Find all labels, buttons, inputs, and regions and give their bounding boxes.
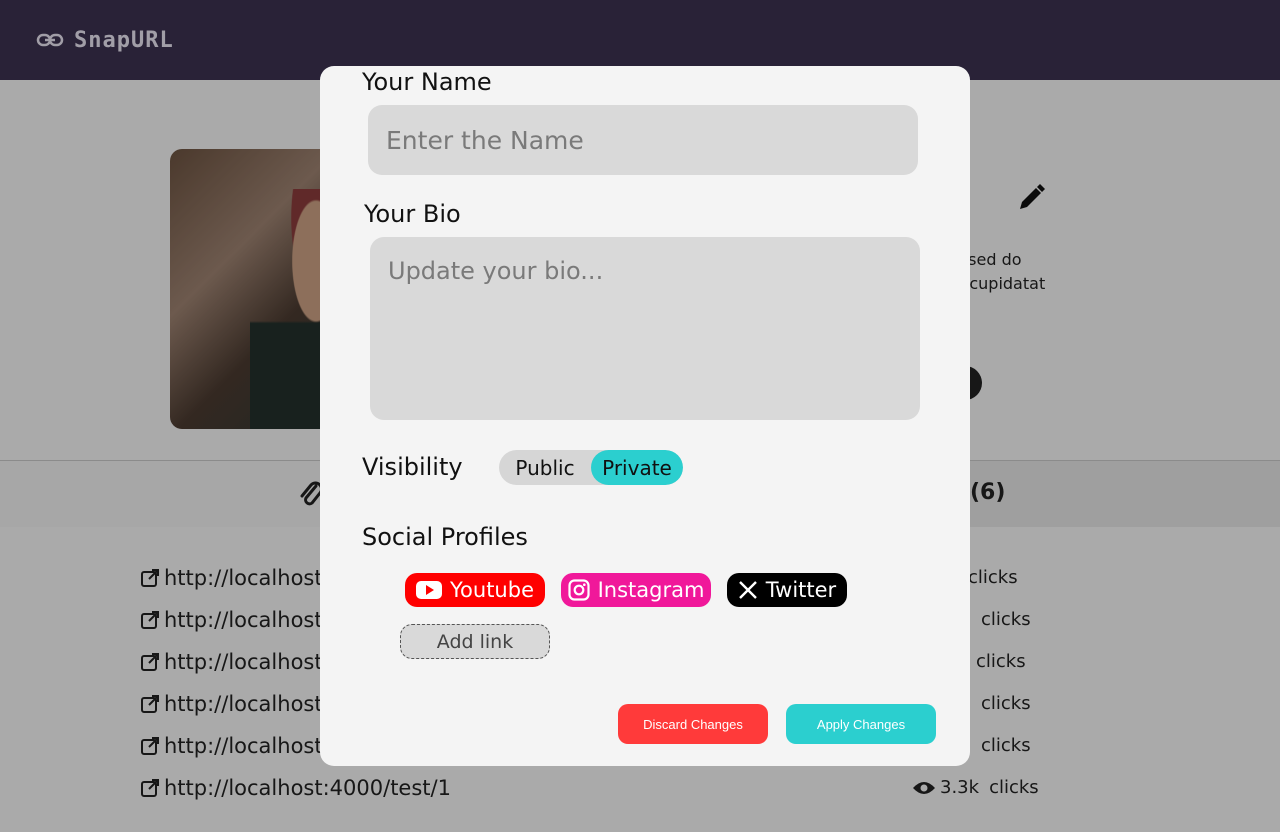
bio-label: Your Bio	[364, 200, 461, 228]
youtube-icon	[416, 581, 442, 599]
instagram-icon	[567, 579, 590, 601]
visibility-toggle[interactable]: Public Private	[499, 450, 683, 485]
youtube-label: Youtube	[450, 578, 534, 602]
instagram-label: Instagram	[597, 578, 705, 602]
name-label: Your Name	[362, 68, 492, 96]
youtube-link-button[interactable]: Youtube	[405, 573, 545, 607]
twitter-label: Twitter	[765, 578, 837, 602]
edit-profile-modal: Your Name Your Bio Visibility Public Pri…	[320, 66, 970, 766]
instagram-link-button[interactable]: Instagram	[561, 573, 711, 607]
discard-changes-button[interactable]: Discard Changes	[618, 704, 768, 744]
social-profiles-label: Social Profiles	[362, 523, 528, 551]
add-link-button[interactable]: Add link	[400, 624, 550, 659]
visibility-public-option[interactable]: Public	[499, 450, 591, 485]
visibility-private-option[interactable]: Private	[591, 450, 683, 485]
name-input[interactable]	[368, 105, 918, 175]
bio-textarea[interactable]	[370, 237, 920, 420]
twitter-link-button[interactable]: Twitter	[727, 573, 847, 607]
apply-changes-button[interactable]: Apply Changes	[786, 704, 936, 744]
visibility-label: Visibility	[362, 453, 463, 481]
x-twitter-icon	[738, 581, 757, 599]
